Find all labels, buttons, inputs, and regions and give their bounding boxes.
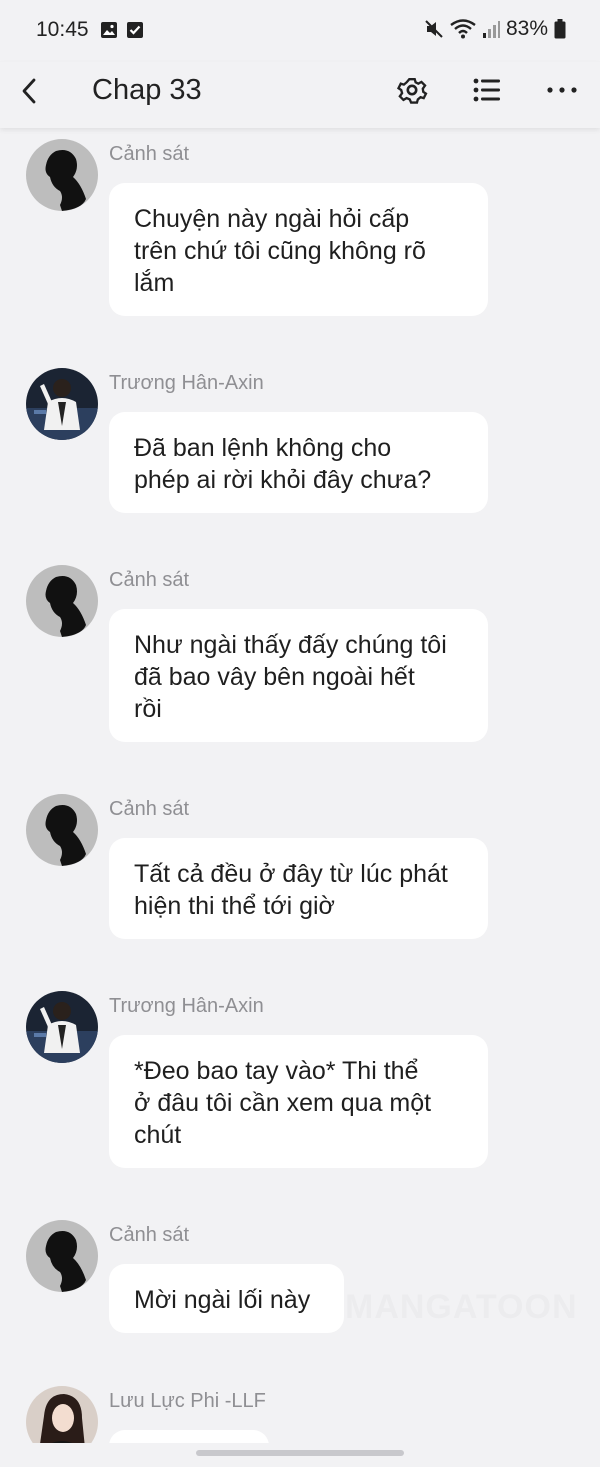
wifi-icon bbox=[450, 19, 476, 39]
message-bubble: Tất cả đều ở đây từ lúc phát hiện thi th… bbox=[109, 838, 488, 939]
sender-name: Trương Hân-Axin bbox=[109, 995, 264, 1017]
avatar[interactable] bbox=[26, 1220, 98, 1292]
silhouette-avatar-icon bbox=[26, 794, 98, 866]
message-bubble: Chuyện này ngài hỏi cấp trên chứ tôi cũn… bbox=[109, 183, 488, 316]
home-indicator[interactable] bbox=[196, 1450, 404, 1456]
message-bubble: Đã ban lệnh không cho phép ai rời khỏi đ… bbox=[109, 412, 488, 513]
watermark: MANGATOON bbox=[345, 1288, 578, 1326]
sender-name: Lưu Lực Phi -LLF bbox=[109, 1390, 266, 1412]
status-time: 10:45 bbox=[36, 18, 89, 41]
avatar[interactable] bbox=[26, 139, 98, 211]
sender-name: Cảnh sát bbox=[109, 143, 190, 165]
woman-avatar-icon bbox=[26, 1386, 98, 1443]
avatar[interactable] bbox=[26, 368, 98, 440]
page-title: Chap 33 bbox=[92, 74, 202, 106]
chapter-header: Chap 33 bbox=[0, 62, 600, 128]
list-icon[interactable] bbox=[469, 72, 505, 108]
silhouette-avatar-icon bbox=[26, 139, 98, 211]
more-icon[interactable] bbox=[544, 72, 580, 108]
sender-name: Cảnh sát bbox=[109, 798, 190, 820]
silhouette-avatar-icon bbox=[26, 1220, 98, 1292]
avatar[interactable] bbox=[26, 565, 98, 637]
checkbox-icon bbox=[127, 22, 143, 38]
signal-icon bbox=[482, 21, 500, 38]
avatar[interactable] bbox=[26, 794, 98, 866]
back-icon[interactable] bbox=[14, 74, 48, 108]
status-right: 83% bbox=[424, 17, 566, 41]
mute-icon bbox=[425, 20, 443, 38]
chat-list[interactable]: Cảnh sát Chuyện này ngài hỏi cấp trên ch… bbox=[0, 128, 600, 1443]
message-bubble bbox=[109, 1430, 269, 1443]
avatar[interactable] bbox=[26, 1386, 98, 1443]
gallery-icon bbox=[101, 22, 117, 38]
battery-icon bbox=[554, 19, 566, 39]
message-bubble: Như ngài thấy đấy chúng tôi đã bao vây b… bbox=[109, 609, 488, 742]
settings-icon[interactable] bbox=[394, 72, 430, 108]
character-avatar-icon bbox=[26, 368, 98, 440]
silhouette-avatar-icon bbox=[26, 565, 98, 637]
battery-percent: 83% bbox=[505, 17, 548, 40]
avatar[interactable] bbox=[26, 991, 98, 1063]
sender-name: Cảnh sát bbox=[109, 569, 190, 591]
sender-name: Cảnh sát bbox=[109, 1224, 190, 1246]
status-bar: 10:45 83% bbox=[0, 0, 600, 62]
character-avatar-icon bbox=[26, 991, 98, 1063]
message-bubble: *Đeo bao tay vào* Thi thể ở đâu tôi cần … bbox=[109, 1035, 488, 1168]
sender-name: Trương Hân-Axin bbox=[109, 372, 264, 394]
message-bubble: Mời ngài lối này bbox=[109, 1264, 344, 1333]
